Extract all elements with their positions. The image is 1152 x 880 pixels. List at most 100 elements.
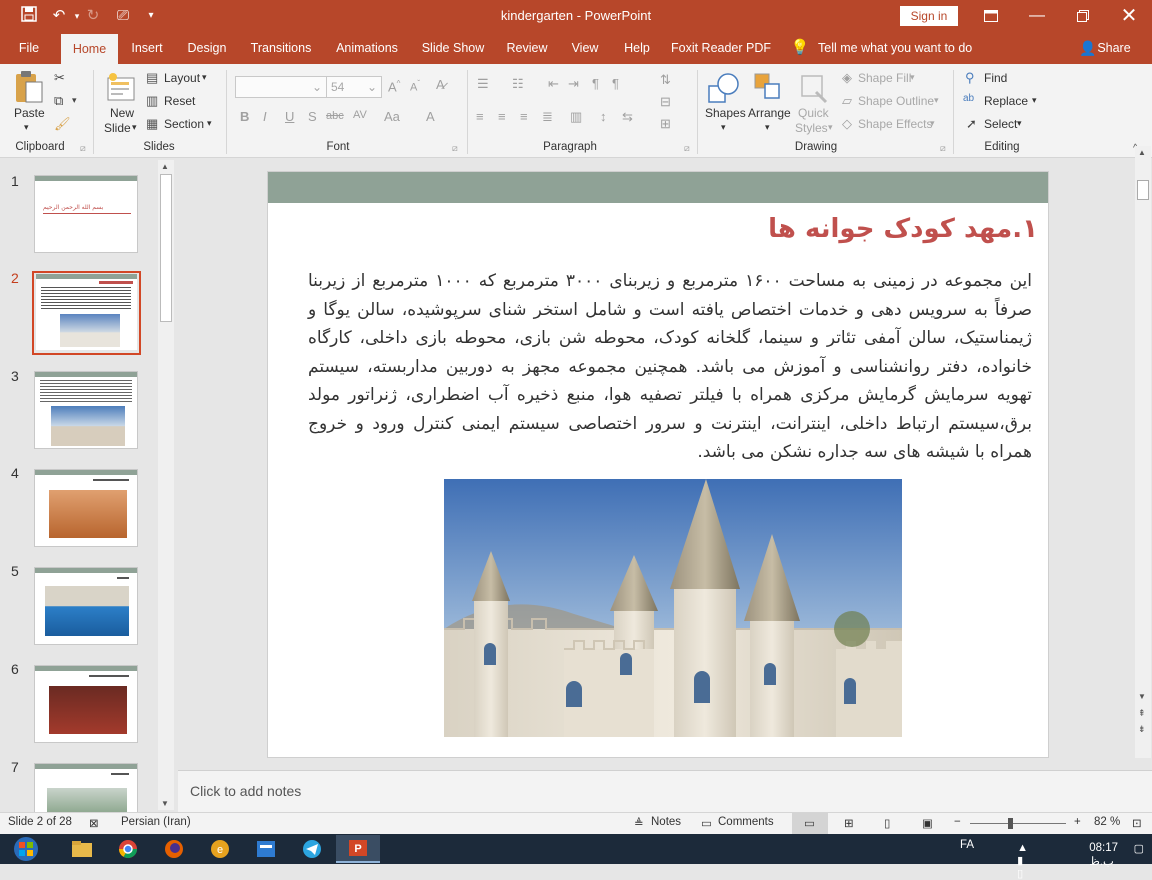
edge-icon[interactable]: e: [198, 835, 242, 863]
underline-icon[interactable]: U: [285, 109, 294, 124]
cut-icon[interactable]: ✂: [54, 70, 65, 86]
castle-photo[interactable]: [444, 479, 946, 737]
new-slide-dropdown-icon[interactable]: ▾: [132, 122, 137, 133]
close-button[interactable]: ✕: [1106, 0, 1152, 32]
comments-icon[interactable]: ▭: [701, 816, 712, 830]
telegram-icon[interactable]: [290, 835, 334, 863]
comments-button[interactable]: Comments: [718, 816, 774, 828]
paragraph-launcher-icon[interactable]: ⧄: [684, 143, 690, 154]
scroll-down-icon[interactable]: ▼: [1138, 692, 1146, 701]
quick-styles-button[interactable]: Quick: [798, 106, 829, 120]
align-left-icon[interactable]: ≡: [476, 109, 484, 124]
shape-effects-icon[interactable]: ◇: [842, 116, 852, 132]
scroll-up-icon[interactable]: ▲: [1138, 148, 1146, 157]
increase-font-icon[interactable]: A^: [388, 79, 400, 94]
font-size-dropdown-icon[interactable]: ⌄: [367, 77, 377, 97]
shape-effects-dropdown-icon[interactable]: ▾: [930, 118, 935, 129]
shape-effects-button[interactable]: Shape Effects: [858, 117, 933, 131]
notes-pane[interactable]: Click to add notes: [178, 770, 1152, 812]
shadow-icon[interactable]: S: [308, 109, 317, 124]
slide-title[interactable]: ۱.مهد کودک جوانه ها: [768, 214, 1038, 244]
layout-dropdown-icon[interactable]: ▾: [202, 72, 207, 83]
zoom-slider-thumb[interactable]: [1008, 818, 1013, 829]
scroll-down-icon[interactable]: ▼: [161, 799, 169, 808]
reset-button[interactable]: Reset: [164, 94, 195, 108]
new-slide-button-line2[interactable]: Slide: [104, 121, 131, 135]
select-dropdown-icon[interactable]: ▾: [1017, 118, 1022, 129]
fit-slide-icon[interactable]: ⊡: [1132, 816, 1142, 830]
section-dropdown-icon[interactable]: ▾: [207, 118, 212, 129]
notes-icon[interactable]: ≜: [634, 816, 644, 830]
scroll-up-icon[interactable]: ▲: [161, 162, 169, 171]
tab-slide-show[interactable]: Slide Show: [418, 32, 488, 64]
tab-home[interactable]: Home: [61, 34, 118, 64]
slide-sorter-icon[interactable]: ⊞: [844, 816, 854, 830]
firefox-icon[interactable]: [152, 835, 196, 863]
increase-indent-icon[interactable]: ⇥: [568, 76, 579, 92]
text-direction-icon[interactable]: ⇅: [660, 72, 671, 88]
select-button[interactable]: Select: [984, 117, 1017, 131]
replace-icon[interactable]: ab: [963, 93, 974, 104]
justify-icon[interactable]: ≣: [542, 109, 553, 125]
zoom-slider-track[interactable]: [970, 823, 1066, 824]
numbering-icon[interactable]: ☷: [512, 76, 524, 92]
new-slide-icon[interactable]: [106, 72, 138, 104]
decrease-indent-icon[interactable]: ⇤: [548, 76, 559, 92]
rtl-icon[interactable]: ¶: [592, 76, 599, 91]
drawing-launcher-icon[interactable]: ⧄: [940, 143, 946, 154]
select-cursor-icon[interactable]: ➚: [966, 116, 977, 132]
slide[interactable]: ۱.مهد کودک جوانه ها این مجموعه در زمینی …: [267, 171, 1049, 758]
replace-dropdown-icon[interactable]: ▾: [1032, 95, 1037, 106]
section-button[interactable]: Section: [164, 117, 204, 131]
powerpoint-taskbar-icon[interactable]: P: [336, 835, 380, 863]
tab-insert[interactable]: Insert: [124, 32, 170, 64]
scroll-thumb[interactable]: [1137, 180, 1149, 200]
language-indicator[interactable]: Persian (Iran): [121, 816, 191, 828]
font-size-combo[interactable]: 54 ⌄: [326, 76, 382, 98]
tab-file[interactable]: File: [10, 32, 48, 64]
quick-styles-icon[interactable]: [798, 70, 830, 106]
input-language[interactable]: FA: [960, 839, 974, 851]
find-icon[interactable]: ⚲: [965, 70, 975, 86]
font-color-icon[interactable]: A: [426, 109, 435, 124]
paste-dropdown-icon[interactable]: ▾: [24, 122, 29, 133]
arrange-button[interactable]: Arrange: [748, 106, 791, 120]
slide-thumbnail-3[interactable]: [34, 371, 138, 449]
bold-icon[interactable]: B: [240, 109, 249, 124]
reading-view-icon[interactable]: ▯: [884, 816, 890, 830]
tab-view[interactable]: View: [566, 32, 604, 64]
ribbon-display-options-icon[interactable]: [968, 0, 1014, 32]
decrease-font-icon[interactable]: Aˇ: [410, 79, 420, 94]
bullets-icon[interactable]: ☰: [477, 76, 489, 92]
slide-thumbnail-6[interactable]: [34, 665, 138, 743]
tab-foxit-reader-pdf[interactable]: Foxit Reader PDF: [670, 32, 772, 64]
paste-button[interactable]: Paste: [14, 106, 45, 120]
canvas-scrollbar[interactable]: ▲ ▼ ⇞ ⇟: [1135, 146, 1151, 758]
share-button[interactable]: Share: [1096, 32, 1132, 64]
shapes-icon[interactable]: [706, 70, 742, 106]
format-painter-icon[interactable]: 🖌: [54, 116, 71, 132]
scroll-thumb[interactable]: [160, 174, 172, 322]
smartart-icon[interactable]: ⊞: [660, 116, 671, 132]
quick-styles-dropdown-icon[interactable]: ▾: [828, 122, 833, 133]
tab-transitions[interactable]: Transitions: [246, 32, 316, 64]
start-button[interactable]: [2, 835, 54, 863]
arrange-icon[interactable]: [752, 70, 786, 106]
arrange-dropdown-icon[interactable]: ▾: [765, 122, 770, 133]
slide-thumbnail-4[interactable]: [34, 469, 138, 547]
slide-thumbnail-2[interactable]: [36, 274, 137, 350]
ltr-icon[interactable]: ¶: [612, 76, 619, 91]
zoom-in-icon[interactable]: +: [1074, 816, 1081, 828]
quick-styles-button-line2[interactable]: Styles: [795, 121, 828, 135]
align-right-icon[interactable]: ≡: [520, 109, 528, 124]
line-spacing-icon[interactable]: ↕: [600, 109, 607, 124]
reset-icon[interactable]: ▥: [146, 93, 158, 109]
minimize-button[interactable]: —: [1014, 0, 1060, 32]
clipboard-launcher-icon[interactable]: ⧄: [80, 143, 86, 154]
font-name-combo[interactable]: ⌄: [235, 76, 327, 98]
shapes-button[interactable]: Shapes: [705, 106, 746, 120]
previous-slide-icon[interactable]: ⇞: [1138, 708, 1146, 719]
shape-outline-dropdown-icon[interactable]: ▾: [934, 95, 939, 106]
font-launcher-icon[interactable]: ⧄: [452, 143, 458, 154]
zoom-out-icon[interactable]: −: [954, 816, 961, 828]
